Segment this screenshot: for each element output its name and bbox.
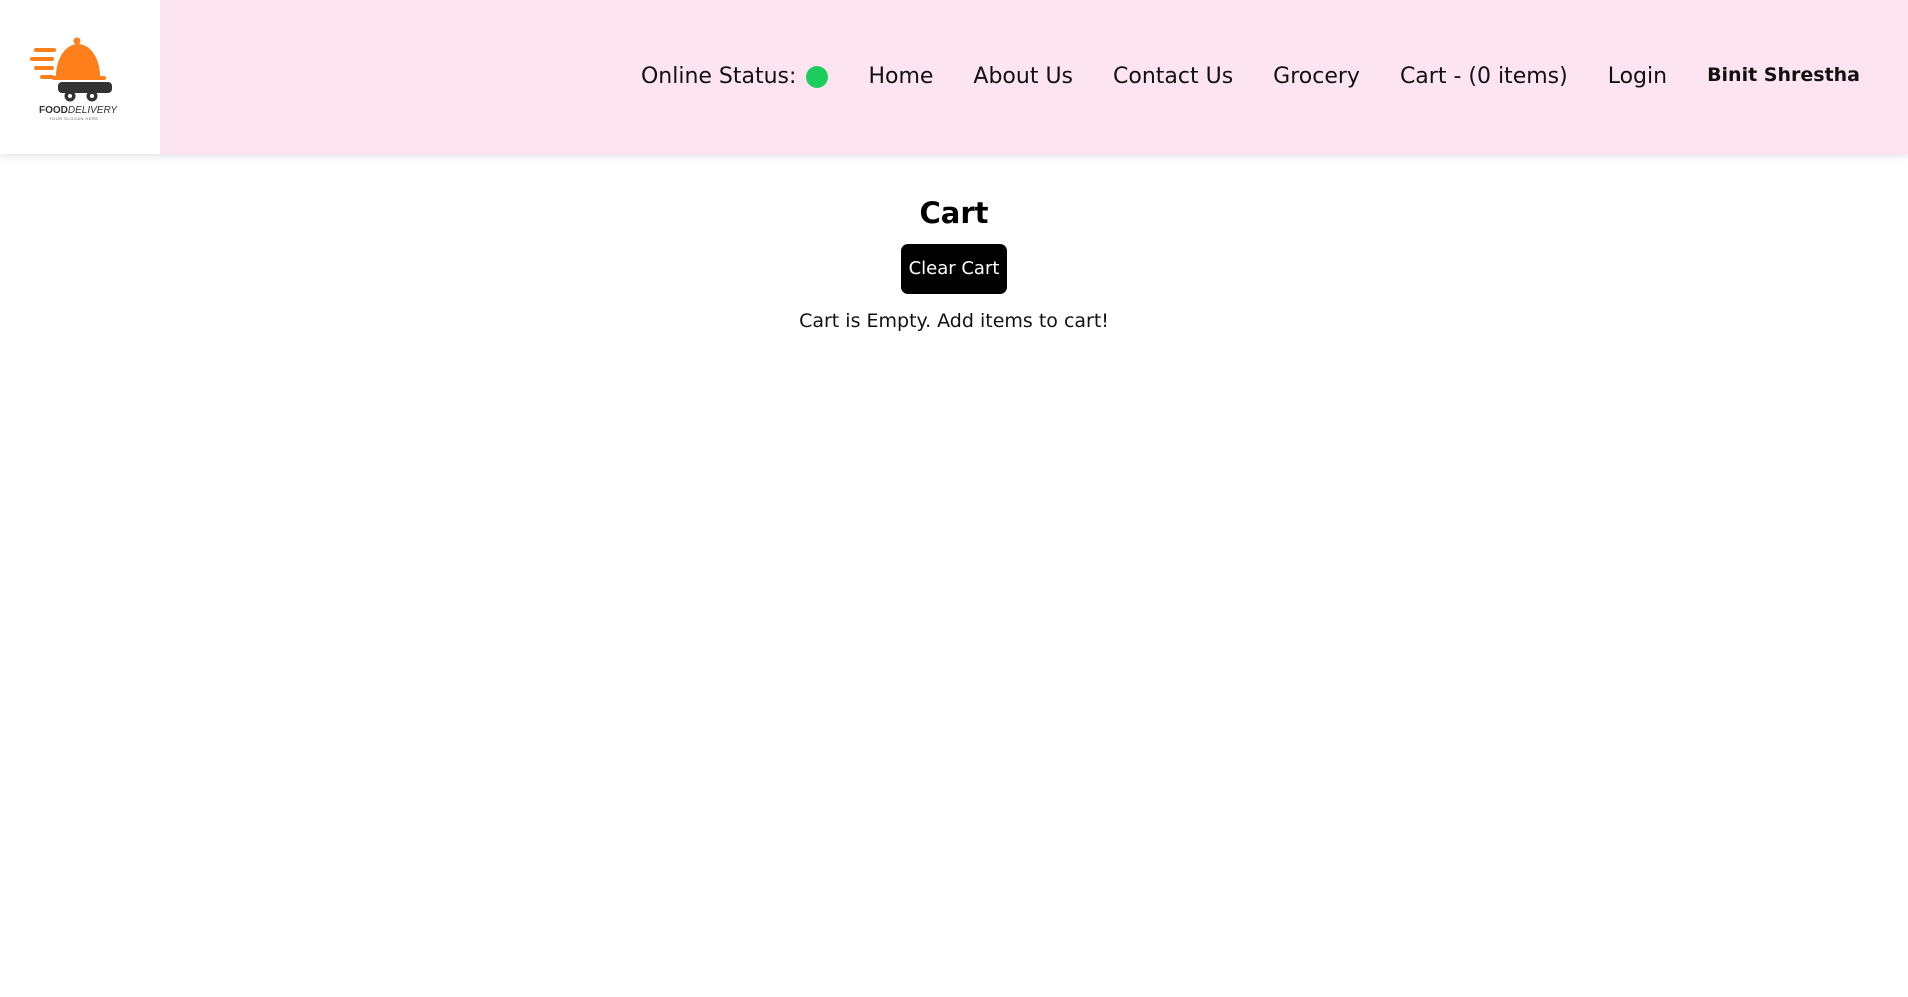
logo-slogan: YOUR SLOGAN HERE [49, 116, 99, 121]
logo-brand-light: DELIVERY [68, 105, 118, 116]
cart-page: Cart Clear Cart Cart is Empty. Add items… [0, 154, 1908, 332]
logo-brand-bold: FOOD [39, 105, 68, 116]
clear-cart-button[interactable]: Clear Cart [901, 243, 1007, 294]
online-status: Online Status: [640, 64, 829, 89]
nav-cart-link[interactable]: Cart - (0 items) [1400, 66, 1568, 88]
nav-contact-link[interactable]: Contact Us [1113, 66, 1233, 88]
svg-text:FOODDELIVERY: FOODDELIVERY [39, 105, 118, 116]
online-status-dot [806, 66, 829, 88]
main-nav: Online Status: Home About Us Contact Us … [641, 0, 1860, 154]
nav-grocery-link[interactable]: Grocery [1273, 66, 1360, 88]
online-status-label: Online Status: [640, 64, 797, 89]
site-header: FOODDELIVERY YOUR SLOGAN HERE Online Sta… [0, 0, 1908, 154]
login-button[interactable]: Login [1608, 66, 1667, 88]
nav-about-link[interactable]: About Us [973, 66, 1073, 88]
page-title: Cart [919, 196, 989, 230]
food-delivery-cart-icon: FOODDELIVERY YOUR SLOGAN HERE [30, 37, 118, 121]
empty-cart-message: Cart is Empty. Add items to cart! [799, 309, 1109, 332]
logo[interactable]: FOODDELIVERY YOUR SLOGAN HERE [0, 0, 160, 154]
user-name: Binit Shrestha [1707, 63, 1860, 86]
nav-home-link[interactable]: Home [868, 66, 933, 88]
